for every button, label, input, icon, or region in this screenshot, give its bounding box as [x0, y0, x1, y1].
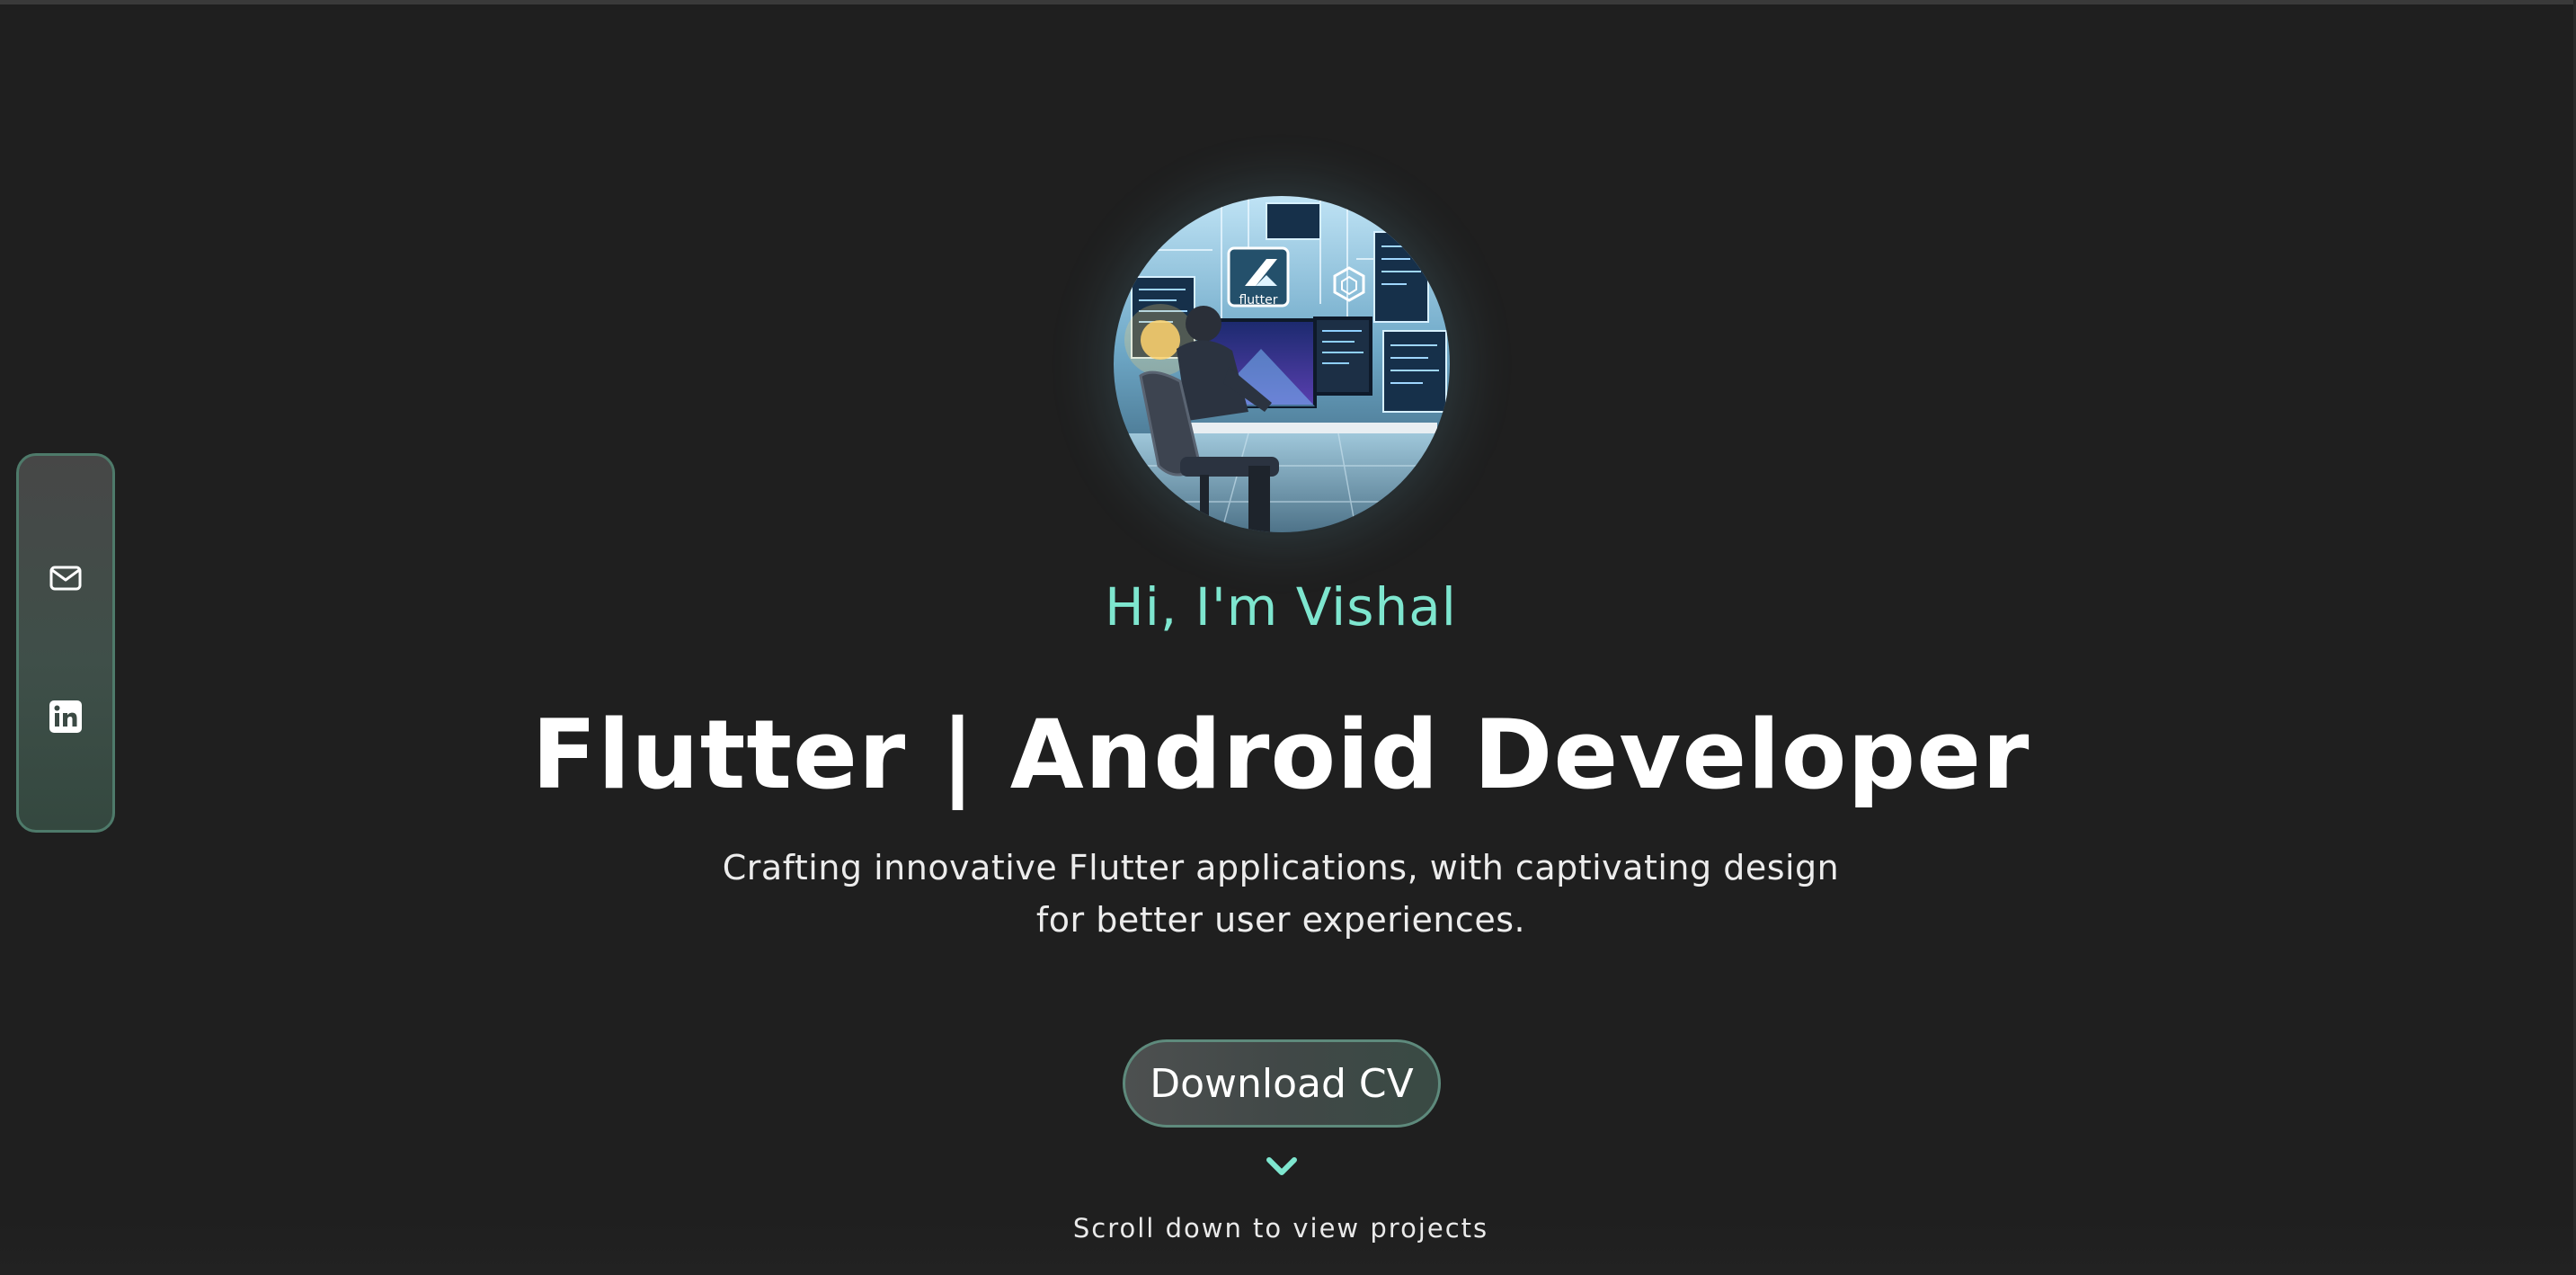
- window-top-border: [0, 0, 2576, 4]
- tagline-text: Crafting innovative Flutter applications…: [722, 848, 1840, 940]
- avatar-logo-text: flutter: [1239, 293, 1277, 308]
- profile-avatar: flutter: [1114, 196, 1450, 532]
- page-title: Flutter | Android Developer: [531, 700, 2030, 810]
- download-cv-button[interactable]: Download CV: [1123, 1039, 1441, 1128]
- greeting-text: Hi, I'm Vishal: [1105, 576, 1457, 638]
- chevron-down-icon[interactable]: [1260, 1151, 1303, 1183]
- avatar-illustration: flutter: [1114, 196, 1450, 532]
- scroll-hint-text: Scroll down to view projects: [1072, 1213, 1489, 1244]
